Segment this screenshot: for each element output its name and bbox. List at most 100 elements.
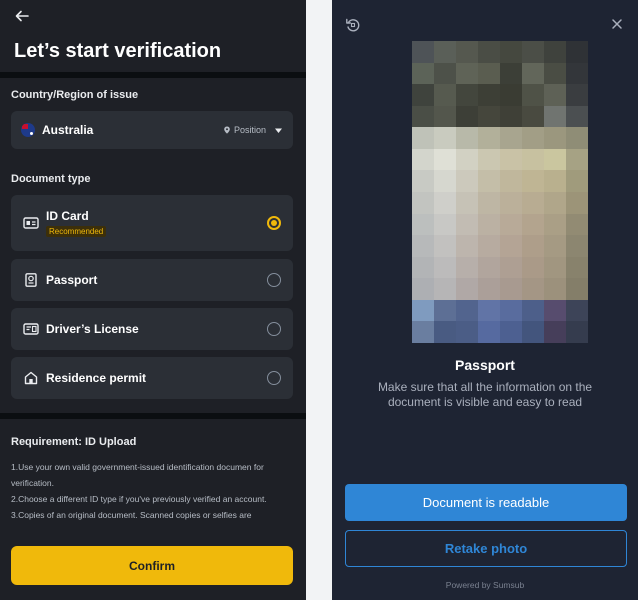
- photo-pixel: [412, 148, 434, 171]
- photo-pixel: [544, 127, 566, 149]
- photo-pixel: [478, 84, 500, 106]
- photo-pixel: [478, 213, 500, 236]
- photo-pixel: [500, 213, 522, 236]
- photo-pixel: [522, 170, 544, 192]
- photo-pixel: [522, 256, 544, 279]
- photo-pixel: [412, 278, 434, 300]
- drivers-license-icon: [23, 322, 39, 336]
- rotate-icon[interactable]: [345, 17, 361, 33]
- screen: Let’s start verification Country/Region …: [0, 0, 638, 600]
- position-control[interactable]: Position: [223, 125, 283, 135]
- passport-icon: [23, 273, 39, 287]
- doc-option-id-card[interactable]: ID Card Recommended: [11, 195, 293, 251]
- photo-pixel: [434, 170, 456, 192]
- id-card-icon: [23, 216, 39, 230]
- photo-pixel: [478, 127, 500, 149]
- doc-option-label: Residence permit: [46, 371, 147, 385]
- photo-pixel: [566, 213, 588, 236]
- divider: [0, 413, 306, 419]
- photo-pixel: [456, 191, 478, 214]
- radio-unselected[interactable]: [267, 322, 281, 336]
- photo-pixel: [522, 41, 544, 63]
- requirement-title: Requirement: ID Upload: [11, 436, 137, 448]
- photo-pixel: [456, 105, 478, 128]
- document-preview-panel: Passport Make sure that all the informat…: [332, 0, 638, 600]
- photo-pixel: [412, 127, 434, 149]
- photo-pixel: [434, 213, 456, 236]
- photo-pixel: [566, 127, 588, 149]
- photo-pixel: [522, 127, 544, 149]
- photo-pixel: [412, 170, 434, 192]
- photo-pixel: [412, 299, 434, 322]
- photo-pixel: [412, 321, 434, 343]
- position-label: Position: [233, 125, 266, 135]
- photo-pixel: [522, 321, 544, 343]
- photo-pixel: [478, 41, 500, 63]
- photo-pixel: [434, 127, 456, 149]
- doc-option-passport[interactable]: Passport: [11, 259, 293, 301]
- photo-pixel: [434, 299, 456, 322]
- photo-pixel: [544, 170, 566, 192]
- radio-unselected[interactable]: [267, 371, 281, 385]
- confirm-button[interactable]: Confirm: [11, 546, 293, 585]
- photo-pixel: [522, 235, 544, 257]
- photo-pixel: [566, 299, 588, 322]
- retake-photo-button[interactable]: Retake photo: [345, 530, 627, 567]
- photo-pixel: [566, 41, 588, 63]
- photo-pixel: [522, 84, 544, 106]
- requirement-line: 2.Choose a different ID type if you've p…: [11, 494, 267, 504]
- photo-pixel: [566, 105, 588, 128]
- close-icon[interactable]: [610, 17, 624, 31]
- photo-pixel: [456, 278, 478, 300]
- photo-pixel: [566, 84, 588, 106]
- photo-pixel: [500, 191, 522, 214]
- requirement-text: 1.Use your own valid government-issued i…: [11, 459, 293, 535]
- photo-pixel: [566, 170, 588, 192]
- powered-by-text: Powered by Sumsub: [445, 580, 525, 590]
- document-type-label: Document type: [11, 173, 91, 185]
- country-section-label: Country/Region of issue: [11, 89, 139, 101]
- doc-option-drivers-license[interactable]: Driver’s License: [11, 308, 293, 350]
- photo-pixel: [434, 256, 456, 279]
- photo-pixel: [522, 105, 544, 128]
- photo-pixel: [566, 235, 588, 257]
- photo-pixel: [522, 191, 544, 214]
- photo-pixel: [544, 105, 566, 128]
- requirement-line: 1.Use your own valid government-issued i…: [11, 462, 264, 488]
- photo-pixel: [500, 170, 522, 192]
- photo-pixel: [412, 256, 434, 279]
- photo-pixel: [478, 278, 500, 300]
- doc-option-label: Driver’s License: [46, 322, 139, 336]
- location-pin-icon: [223, 126, 231, 134]
- verification-panel: Let’s start verification Country/Region …: [0, 0, 306, 600]
- photo-pixel: [544, 213, 566, 236]
- photo-pixel: [478, 321, 500, 343]
- photo-pixel: [522, 278, 544, 300]
- photo-pixel: [434, 235, 456, 257]
- photo-pixel: [566, 62, 588, 85]
- photo-pixel: [412, 105, 434, 128]
- photo-pixel: [544, 321, 566, 343]
- photo-pixel: [500, 321, 522, 343]
- photo-pixel: [456, 256, 478, 279]
- doc-option-residence-permit[interactable]: Residence permit: [11, 357, 293, 399]
- radio-selected[interactable]: [267, 216, 281, 230]
- residence-permit-icon: [23, 371, 39, 385]
- photo-pixel: [522, 62, 544, 85]
- photo-pixel: [478, 170, 500, 192]
- photo-pixel: [544, 148, 566, 171]
- photo-pixel: [500, 299, 522, 322]
- photo-pixel: [434, 84, 456, 106]
- requirement-line: 3.Copies of an original document. Scanne…: [11, 510, 252, 520]
- radio-unselected[interactable]: [267, 273, 281, 287]
- document-name: Passport: [455, 357, 515, 373]
- document-hint: Make sure that all the information on th…: [377, 380, 593, 409]
- document-readable-button[interactable]: Document is readable: [345, 484, 627, 521]
- photo-pixel: [500, 105, 522, 128]
- back-arrow-icon[interactable]: [12, 6, 32, 26]
- photo-pixel: [456, 235, 478, 257]
- photo-pixel: [412, 191, 434, 214]
- photo-pixel: [456, 213, 478, 236]
- country-selector[interactable]: Australia Position: [11, 111, 293, 149]
- photo-pixel: [544, 299, 566, 322]
